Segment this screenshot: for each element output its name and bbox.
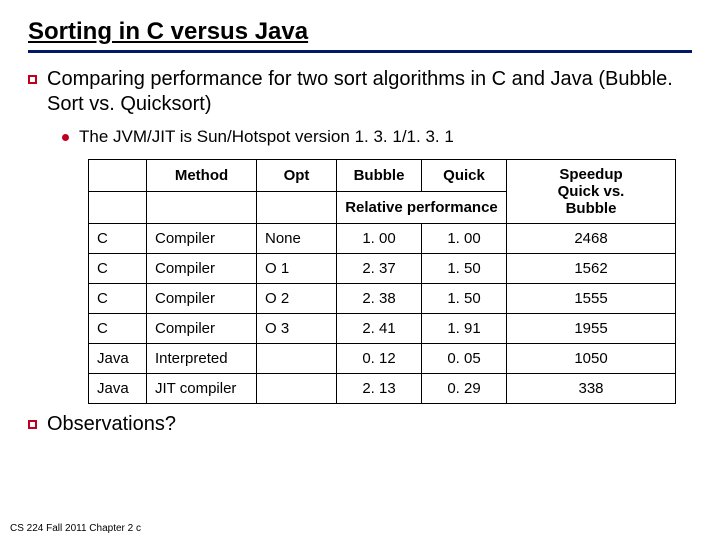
table-row: C Compiler O 1 2. 37 1. 50 1562 [89, 254, 676, 284]
cell-speed: 1955 [507, 314, 676, 344]
cell-lang: C [89, 284, 147, 314]
cell-speed: 1555 [507, 284, 676, 314]
cell-bubble: 2. 13 [337, 374, 422, 404]
subheader-blank2 [147, 192, 257, 224]
subheader-relative: Relative performance [337, 192, 507, 224]
cell-quick: 1. 00 [422, 224, 507, 254]
cell-bubble: 2. 41 [337, 314, 422, 344]
header-bubble: Bubble [337, 160, 422, 192]
cell-bubble: 2. 38 [337, 284, 422, 314]
header-method: Method [147, 160, 257, 192]
cell-quick: 0. 29 [422, 374, 507, 404]
cell-quick: 1. 91 [422, 314, 507, 344]
cell-lang: C [89, 314, 147, 344]
cell-opt [257, 344, 337, 374]
table-row: C Compiler None 1. 00 1. 00 2468 [89, 224, 676, 254]
subheader-blank3 [257, 192, 337, 224]
bullet-text-1: Comparing performance for two sort algor… [47, 67, 692, 117]
cell-lang: C [89, 224, 147, 254]
cell-speed: 1050 [507, 344, 676, 374]
sub-bullet-text-1: The JVM/JIT is Sun/Hotspot version 1. 3.… [79, 127, 454, 147]
cell-method: JIT compiler [147, 374, 257, 404]
square-bullet-icon [28, 420, 37, 429]
table-row: Java JIT compiler 2. 13 0. 29 338 [89, 374, 676, 404]
bullet-text-2: Observations? [47, 412, 176, 437]
cell-method: Interpreted [147, 344, 257, 374]
table-row: Java Interpreted 0. 12 0. 05 1050 [89, 344, 676, 374]
cell-method: Compiler [147, 284, 257, 314]
header-quick: Quick [422, 160, 507, 192]
sub-bullet-item-1: The JVM/JIT is Sun/Hotspot version 1. 3.… [62, 127, 692, 147]
cell-opt [257, 374, 337, 404]
slide-title: Sorting in C versus Java [28, 18, 692, 53]
cell-bubble: 0. 12 [337, 344, 422, 374]
header-blank [89, 160, 147, 192]
bullet-item-1: Comparing performance for two sort algor… [28, 67, 692, 117]
slide-footer: CS 224 Fall 2011 Chapter 2 c [10, 523, 141, 534]
cell-method: Compiler [147, 254, 257, 284]
cell-lang: C [89, 254, 147, 284]
cell-speed: 338 [507, 374, 676, 404]
cell-speed: 2468 [507, 224, 676, 254]
table-row: C Compiler O 3 2. 41 1. 91 1955 [89, 314, 676, 344]
cell-bubble: 2. 37 [337, 254, 422, 284]
table-header-row: Method Opt Bubble Quick Speedup Quick vs… [89, 160, 676, 192]
cell-lang: Java [89, 344, 147, 374]
cell-method: Compiler [147, 314, 257, 344]
cell-lang: Java [89, 374, 147, 404]
subheader-blank1 [89, 192, 147, 224]
table-row: C Compiler O 2 2. 38 1. 50 1555 [89, 284, 676, 314]
cell-method: Compiler [147, 224, 257, 254]
cell-opt: O 2 [257, 284, 337, 314]
cell-quick: 0. 05 [422, 344, 507, 374]
cell-speed: 1562 [507, 254, 676, 284]
cell-quick: 1. 50 [422, 254, 507, 284]
square-bullet-icon [28, 75, 37, 84]
bullet-item-2: Observations? [28, 412, 692, 437]
cell-quick: 1. 50 [422, 284, 507, 314]
header-opt: Opt [257, 160, 337, 192]
header-speedup: Speedup Quick vs. Bubble [507, 160, 676, 224]
dot-bullet-icon [62, 134, 69, 141]
cell-bubble: 1. 00 [337, 224, 422, 254]
performance-table: Method Opt Bubble Quick Speedup Quick vs… [88, 159, 676, 404]
cell-opt: None [257, 224, 337, 254]
cell-opt: O 3 [257, 314, 337, 344]
cell-opt: O 1 [257, 254, 337, 284]
